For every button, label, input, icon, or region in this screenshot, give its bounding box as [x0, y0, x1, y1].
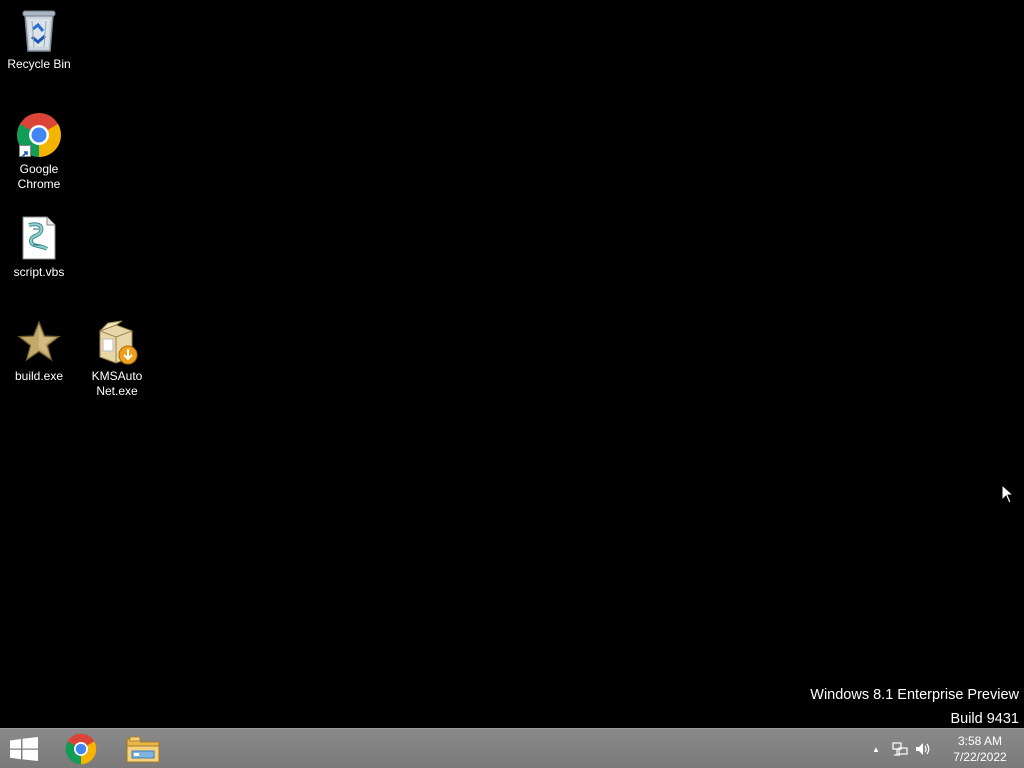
installer-box-icon	[93, 318, 141, 366]
clock-time: 3:58 AM	[957, 734, 1003, 748]
desktop-icon-google-chrome[interactable]: Google Chrome	[2, 111, 76, 192]
watermark-edition: Windows 8.1 Enterprise Preview	[810, 687, 1019, 703]
mouse-cursor-icon	[1001, 484, 1015, 504]
system-tray: ▲ 3:58 AM 7/22/2022	[864, 729, 1024, 768]
desktop-icon-label: KMSAuto Net.exe	[91, 369, 143, 398]
desktop-icon-script-vbs[interactable]: script.vbs	[2, 214, 76, 280]
star-icon	[15, 318, 63, 366]
desktop-icon-build-exe[interactable]: build.exe	[2, 318, 76, 384]
chrome-icon	[65, 733, 97, 765]
network-icon	[892, 742, 908, 756]
volume-tray-button[interactable]	[912, 729, 936, 768]
start-button[interactable]	[6, 735, 42, 763]
desktop-icon-label: Recycle Bin	[7, 57, 71, 71]
chrome-icon	[15, 111, 63, 159]
windows-logo-icon	[10, 737, 38, 761]
vbs-script-icon	[15, 214, 63, 262]
desktop-icon-label: script.vbs	[13, 265, 65, 279]
taskbar-file-explorer-button[interactable]	[116, 731, 170, 767]
recycle-bin-icon	[15, 6, 63, 54]
desktop-icon-label: Google Chrome	[17, 162, 61, 191]
shortcut-arrow-icon	[19, 145, 31, 158]
speaker-icon	[916, 743, 930, 755]
network-tray-button[interactable]	[888, 729, 912, 768]
desktop[interactable]: Recycle Bin Google Chrome script.vbs bui…	[0, 0, 1024, 728]
desktop-icon-kmsauto-net-exe[interactable]: KMSAuto Net.exe	[80, 318, 154, 399]
windows-build-watermark: Windows 8.1 Enterprise Preview Build 943…	[810, 683, 1019, 731]
show-hidden-icons-button[interactable]: ▲	[864, 729, 888, 768]
folder-icon	[126, 736, 160, 763]
taskbar-chrome-button[interactable]	[54, 731, 108, 767]
desktop-icon-label: build.exe	[14, 369, 64, 383]
taskbar: ▲ 3:58 AM 7/22/2022	[0, 728, 1024, 768]
desktop-icon-recycle-bin[interactable]: Recycle Bin	[2, 6, 76, 72]
taskbar-clock[interactable]: 3:58 AM 7/22/2022	[936, 733, 1024, 765]
clock-date: 7/22/2022	[953, 750, 1007, 764]
